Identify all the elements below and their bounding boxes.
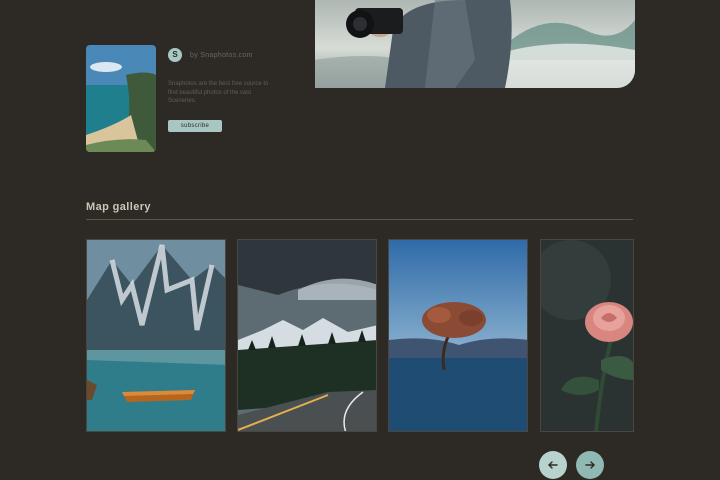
author-name: by Snaphotos.com [190, 51, 253, 59]
gallery-next-button[interactable] [576, 451, 604, 479]
arrow-left-icon [548, 461, 558, 469]
arrow-right-icon [585, 461, 595, 469]
profile-blurb: Snaphotos are the best free source to fi… [168, 81, 269, 104]
profile-thumbnail[interactable] [86, 45, 156, 152]
gallery-card-pink-rose[interactable] [540, 239, 634, 432]
gallery-card-mountain-lake[interactable] [86, 239, 226, 432]
gallery-prev-button[interactable] [539, 451, 567, 479]
gallery-card-lone-tree[interactable] [388, 239, 528, 432]
gallery-card-mountain-road[interactable] [237, 239, 377, 432]
gallery-divider [86, 219, 633, 220]
gallery-title: Map gallery [86, 201, 151, 213]
author-row: S by Snaphotos.com [168, 48, 253, 62]
subscribe-button[interactable]: subscribe [168, 120, 222, 132]
author-avatar[interactable]: S [168, 48, 182, 62]
hero-photo [315, 0, 635, 88]
